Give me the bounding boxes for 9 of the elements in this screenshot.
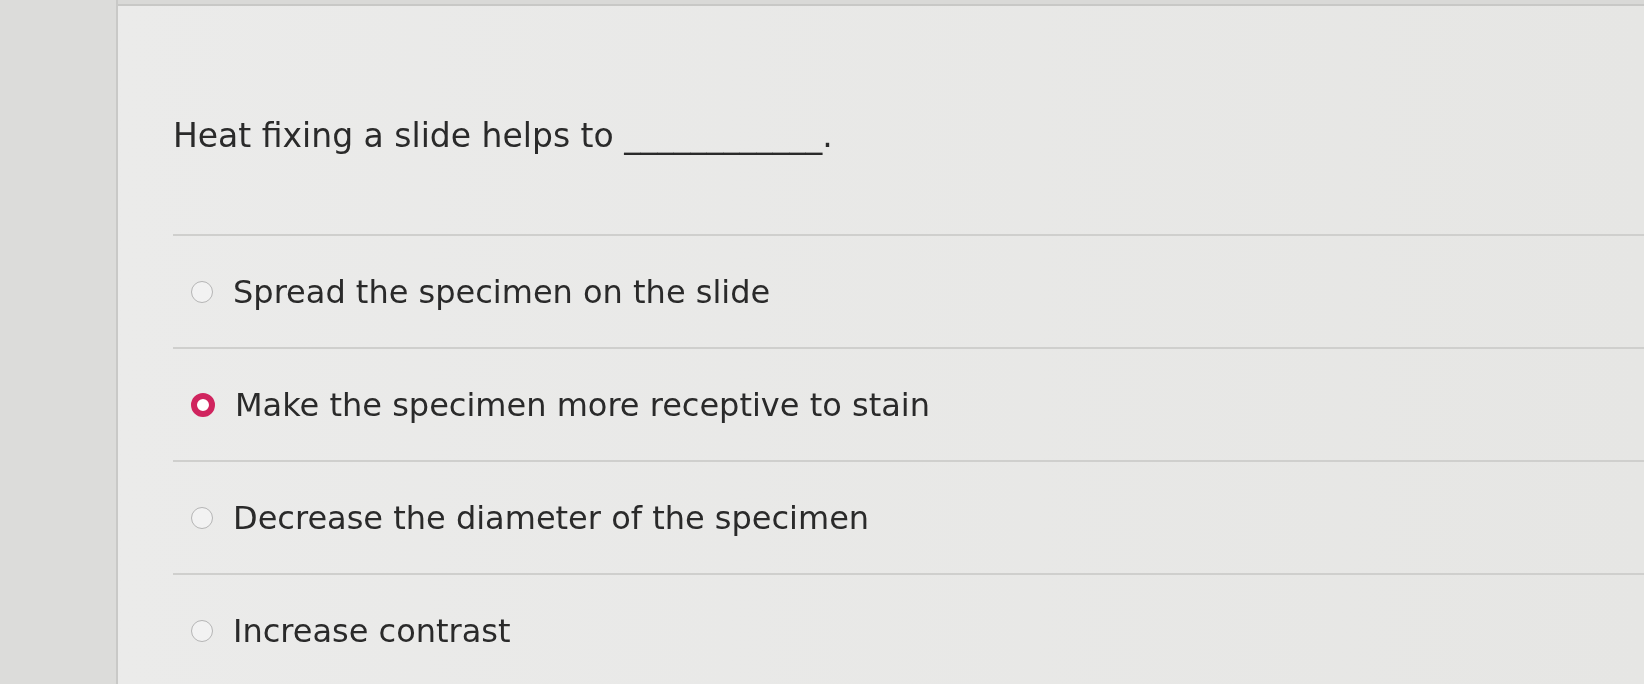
option-label[interactable]: Spread the specimen on the slide xyxy=(233,272,771,311)
radio-button[interactable] xyxy=(191,392,215,417)
radio-button[interactable] xyxy=(191,280,213,303)
option-label[interactable]: Make the specimen more receptive to stain xyxy=(235,385,930,424)
option-label[interactable]: Decrease the diameter of the specimen xyxy=(233,498,870,537)
option-label[interactable]: Increase contrast xyxy=(233,611,511,650)
question-text: Heat fixing a slide helps to ____________. xyxy=(173,115,833,157)
radio-button[interactable] xyxy=(191,506,213,529)
radio-button[interactable] xyxy=(191,619,213,642)
